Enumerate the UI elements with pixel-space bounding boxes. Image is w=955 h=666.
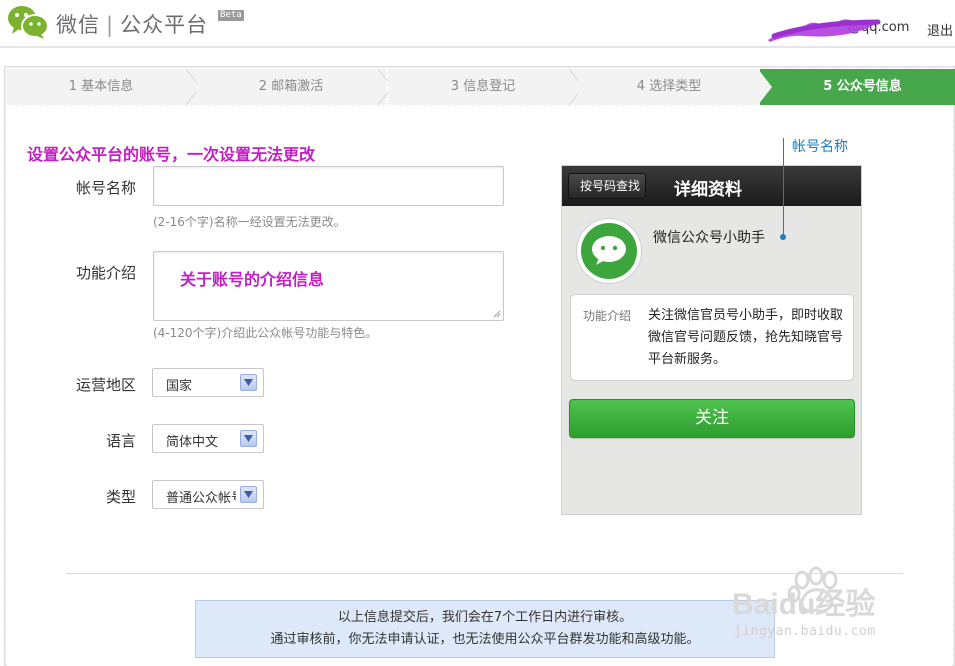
region-select[interactable]: 国家 — [152, 368, 264, 397]
language-label: 语言 — [105, 432, 136, 450]
step-active-arrow — [758, 69, 772, 105]
step-1: 1 基本信息 — [6, 69, 196, 105]
step-label: 4 选择类型 — [636, 79, 702, 94]
chevron-down-icon[interactable] — [240, 430, 257, 447]
chevron-down-icon[interactable] — [240, 486, 257, 503]
callout-line — [783, 138, 784, 238]
preview-account-name: 微信公众号小助手 — [653, 230, 765, 246]
product-name: 公众平台 — [120, 13, 209, 37]
region-select-value: 国家 — [166, 379, 193, 394]
logout-link[interactable]: 退出 — [927, 20, 953, 39]
intro-card-text: 关注微信官员号小助手，即时收取微信官号问题反馈，抢先知晓官号平台新服务。 — [648, 308, 844, 367]
type-select-value: 普通公众帐号 — [166, 491, 236, 506]
redaction-scribble — [768, 19, 881, 42]
beta-badge: Beta — [218, 10, 244, 21]
review-notice: 以上信息提交后，我们会在7个工作日内进行审核。 通过审核前，你无法申请认证，也无… — [195, 600, 775, 658]
form-hint-title: 设置公众平台的账号，一次设置无法更改 — [27, 145, 316, 164]
preview-title: 详细资料 — [674, 180, 742, 200]
account-name-label: 帐号名称 — [75, 179, 136, 197]
resize-handle-icon[interactable] — [493, 310, 501, 318]
step-2: 2 邮箱激活 — [196, 69, 386, 105]
step-label: 5 公众号信息 — [823, 79, 902, 94]
callout-label: 帐号名称 — [792, 139, 848, 155]
notice-line-2: 通过审核前，你无法申请认证，也无法使用公众平台群发功能和高级功能。 — [270, 632, 700, 647]
step-label: 2 邮箱激活 — [258, 79, 324, 94]
watermark-brand: Baidu经验 — [732, 587, 875, 621]
intro-textarea[interactable]: 关于账号的介绍信息 — [153, 251, 504, 321]
step-label: 1 基本信息 — [68, 79, 134, 94]
wechat-logo-icon — [8, 6, 49, 39]
logo-separator: | — [106, 13, 115, 37]
follow-button[interactable]: 关注 — [569, 399, 855, 438]
chevron-down-icon[interactable] — [240, 374, 257, 391]
intro-helper: (4-120个字)介绍此公众帐号功能与特色。 — [153, 326, 378, 340]
step-progress-bar: 1 基本信息 2 邮箱激活 3 信息登记 4 选择类型 5 公众号信息 — [6, 69, 955, 105]
language-select[interactable]: 简体中文 — [152, 424, 264, 453]
step-label: 3 信息登记 — [450, 79, 516, 94]
logo-text: 微信 | 公众平台 — [56, 9, 208, 39]
logo-wechat-text: 微信 — [56, 13, 100, 37]
step-4: 4 选择类型 — [578, 69, 760, 105]
type-select[interactable]: 普通公众帐号 — [152, 480, 264, 509]
intro-card-label: 功能介绍 — [583, 309, 632, 323]
language-select-value: 简体中文 — [166, 435, 219, 450]
callout-dot — [780, 234, 786, 240]
wechat-chat-icon — [581, 223, 637, 279]
type-label: 类型 — [105, 488, 136, 506]
avatar — [576, 218, 642, 284]
account-name-helper: (2-16个字)名称一经设置无法更改。 — [153, 215, 346, 229]
intro-label: 功能介绍 — [75, 264, 136, 282]
notice-line-1: 以上信息提交后，我们会在7个工作日内进行审核。 — [337, 610, 633, 625]
intro-card: 功能介绍 关注微信官员号小助手，即时收取微信官号问题反馈，抢先知晓官号平台新服务… — [570, 294, 854, 381]
profile-preview: 按号码查找 详细资料 微信公众号小助手 功能介绍 关注微信官员号小助手，即时收取… — [561, 165, 862, 515]
intro-value: 关于账号的介绍信息 — [180, 270, 325, 289]
region-label: 运营地区 — [75, 376, 136, 394]
step-5-active: 5 公众号信息 — [760, 69, 955, 105]
watermark-url: jingyan.baidu.com — [734, 624, 876, 639]
step-3: 3 信息登记 — [388, 69, 578, 105]
account-name-input[interactable] — [153, 166, 504, 206]
top-bar: 微信 | 公众平台 Beta @qq.com 退出 — [0, 0, 955, 48]
preview-header: 按号码查找 详细资料 — [562, 166, 861, 206]
back-button[interactable]: 按号码查找 — [568, 173, 646, 199]
